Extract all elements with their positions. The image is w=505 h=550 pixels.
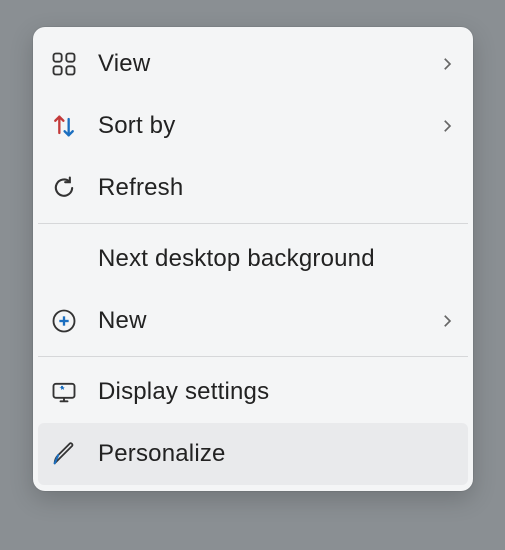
menu-label: Next desktop background bbox=[98, 245, 456, 273]
chevron-right-icon bbox=[438, 55, 456, 73]
desktop-context-menu: View Sort by Refresh N bbox=[33, 27, 473, 491]
refresh-icon bbox=[50, 174, 98, 202]
menu-item-next-background[interactable]: Next desktop background bbox=[38, 228, 468, 290]
menu-label: View bbox=[98, 50, 438, 78]
menu-item-display-settings[interactable]: Display settings bbox=[38, 361, 468, 423]
menu-item-new[interactable]: New bbox=[38, 290, 468, 352]
menu-label: Personalize bbox=[98, 440, 456, 468]
new-icon bbox=[50, 307, 98, 335]
sort-icon bbox=[50, 112, 98, 140]
display-settings-icon bbox=[50, 378, 98, 406]
chevron-right-icon bbox=[438, 312, 456, 330]
chevron-right-icon bbox=[438, 117, 456, 135]
menu-item-personalize[interactable]: Personalize bbox=[38, 423, 468, 485]
personalize-icon bbox=[50, 440, 98, 468]
menu-item-sort-by[interactable]: Sort by bbox=[38, 95, 468, 157]
separator bbox=[38, 223, 468, 224]
menu-item-view[interactable]: View bbox=[38, 33, 468, 95]
menu-label: Sort by bbox=[98, 112, 438, 140]
menu-label: Refresh bbox=[98, 174, 456, 202]
menu-label: New bbox=[98, 307, 438, 335]
menu-item-refresh[interactable]: Refresh bbox=[38, 157, 468, 219]
menu-label: Display settings bbox=[98, 378, 456, 406]
separator bbox=[38, 356, 468, 357]
view-icon bbox=[50, 50, 98, 78]
